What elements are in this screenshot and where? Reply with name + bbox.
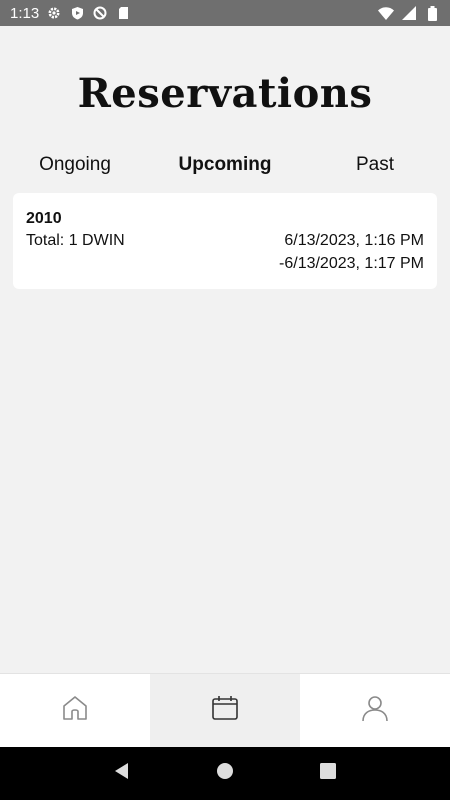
system-back-button[interactable] bbox=[102, 754, 142, 794]
reservation-title: 2010 bbox=[26, 210, 62, 227]
reservation-card[interactable]: 2010 Total: 1 DWIN 6/13/2023, 1:16 PM -6… bbox=[13, 193, 437, 289]
system-nav-bar bbox=[0, 747, 450, 800]
reservation-details: Total: 1 DWIN 6/13/2023, 1:16 PM -6/13/2… bbox=[26, 229, 424, 275]
nav-profile[interactable] bbox=[300, 674, 450, 747]
reservation-start: 6/13/2023, 1:16 PM bbox=[284, 232, 424, 249]
status-bar-left: 1:13 bbox=[10, 5, 131, 22]
tab-ongoing[interactable]: Ongoing bbox=[0, 150, 150, 180]
status-time: 1:13 bbox=[10, 4, 40, 22]
nav-reservations[interactable] bbox=[150, 674, 300, 747]
shield-icon bbox=[69, 5, 85, 21]
reservation-total: Total: 1 DWIN bbox=[26, 232, 125, 249]
nav-home[interactable] bbox=[0, 674, 150, 747]
wifi-icon bbox=[378, 5, 394, 21]
tab-upcoming[interactable]: Upcoming bbox=[150, 150, 300, 180]
bottom-nav bbox=[0, 673, 450, 747]
blocked-icon bbox=[92, 5, 108, 21]
home-icon bbox=[60, 693, 90, 728]
status-bar: 1:13 bbox=[0, 0, 450, 26]
sd-card-icon bbox=[115, 5, 131, 21]
back-icon bbox=[113, 762, 131, 785]
settings-icon bbox=[46, 5, 62, 21]
reservation-tabs: Ongoing Upcoming Past bbox=[0, 150, 450, 180]
battery-icon bbox=[424, 5, 440, 21]
system-recents-button[interactable] bbox=[308, 754, 348, 794]
status-bar-right bbox=[378, 5, 440, 21]
profile-icon bbox=[360, 693, 390, 728]
recents-icon bbox=[320, 763, 337, 784]
calendar-icon bbox=[210, 693, 240, 728]
reservation-time-range: 6/13/2023, 1:16 PM -6/13/2023, 1:17 PM bbox=[279, 229, 424, 275]
signal-icon bbox=[401, 5, 417, 21]
tab-past[interactable]: Past bbox=[300, 150, 450, 180]
system-home-button[interactable] bbox=[205, 754, 245, 794]
page-title: Reservations bbox=[77, 70, 373, 117]
reservation-end: -6/13/2023, 1:17 PM bbox=[279, 255, 424, 272]
home-circle-icon bbox=[216, 762, 234, 785]
